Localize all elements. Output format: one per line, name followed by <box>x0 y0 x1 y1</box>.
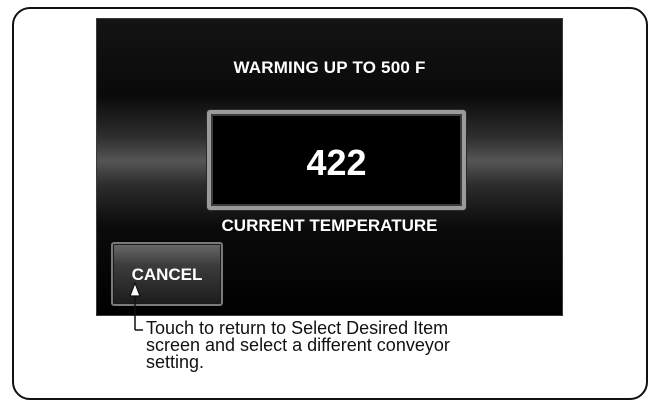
callout-line-3: setting. <box>146 352 205 372</box>
cancel-button[interactable]: CANCEL <box>111 242 223 306</box>
callout-text: Touch to return to Select Desired Item s… <box>146 319 476 372</box>
warming-status-title: WARMING UP TO 500 F <box>233 58 426 77</box>
current-temperature-label: CURRENT TEMPERATURE <box>221 216 438 235</box>
oven-display-screen: WARMING UP TO 500 F 422 CURRENT TEMPERAT… <box>96 18 563 316</box>
current-temperature-value: 422 <box>306 142 367 183</box>
temperature-display-box: 422 <box>207 110 466 210</box>
